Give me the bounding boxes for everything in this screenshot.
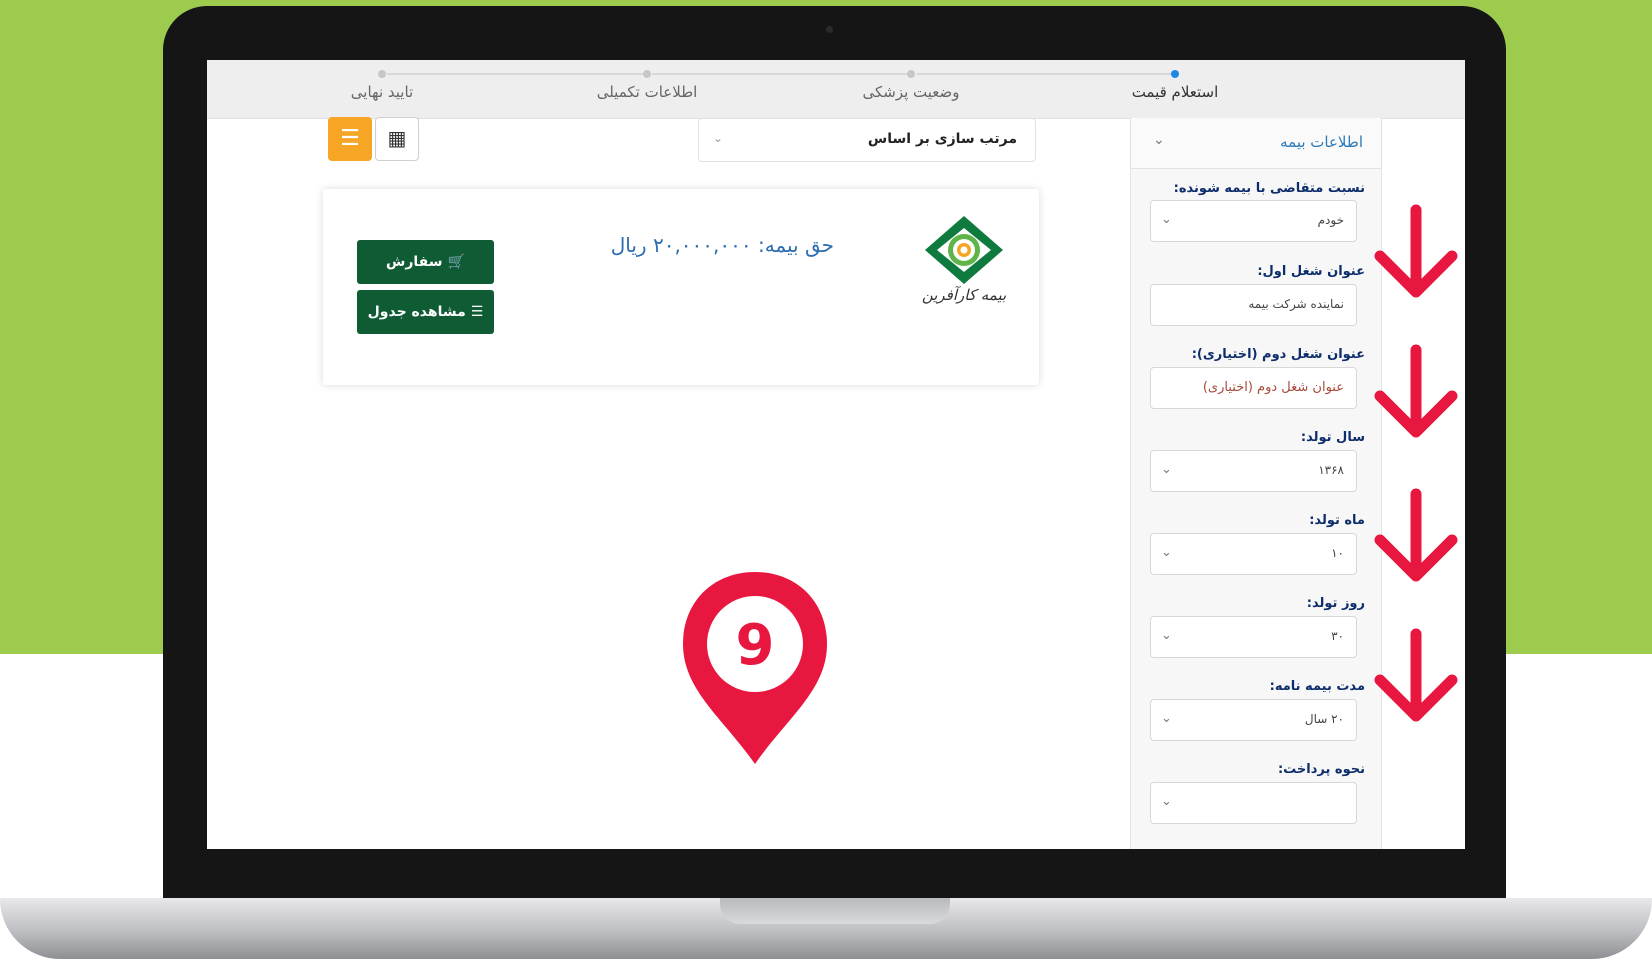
sort-select[interactable]: مرتب سازی بر اساس ⌄ <box>698 118 1036 162</box>
step-medical-status[interactable]: وضعیت پزشکی <box>811 60 1011 101</box>
field-label-second-job: عنوان شغل دوم (اختیاری): <box>1191 347 1365 362</box>
relationship-select[interactable]: خودم ⌄ <box>1150 200 1357 242</box>
field-label-birth-day: روز تولد: <box>1306 596 1365 611</box>
input-value: نماینده شرکت بیمه <box>1248 297 1344 311</box>
birth-year-select[interactable]: ۱۳۶۸ ⌄ <box>1150 450 1357 492</box>
cart-icon: 🛒 <box>447 254 465 270</box>
company-logo: بیمه کارآفرین <box>919 214 1009 324</box>
annotation-arrows <box>1374 204 1458 722</box>
step-dot <box>1171 70 1179 78</box>
step-price-inquiry[interactable]: استعلام قیمت <box>1075 60 1275 101</box>
app-screen: استعلام قیمت وضعیت پزشکی اطلاعات تکمیلی … <box>207 60 1465 849</box>
view-table-button[interactable]: ☰مشاهده جدول <box>357 290 494 334</box>
laptop-camera <box>826 26 833 33</box>
step-dot <box>643 70 651 78</box>
field-label-birth-year: سال تولد: <box>1300 430 1365 445</box>
sidebar-header[interactable]: اطلاعات بیمه ⌄ <box>1131 118 1381 169</box>
sidebar-title: اطلاعات بیمه <box>1280 133 1363 151</box>
step-dot <box>378 70 386 78</box>
first-job-input[interactable]: نماینده شرکت بیمه <box>1150 284 1357 326</box>
chevron-down-icon: ⌄ <box>1161 462 1172 477</box>
field-label-relationship: نسبت متقاضی با بیمه شونده: <box>1173 181 1365 196</box>
chevron-down-icon: ⌄ <box>1153 132 1165 148</box>
step-label: اطلاعات تکمیلی <box>596 83 698 101</box>
sort-label: مرتب سازی بر اساس <box>867 131 1017 147</box>
chevron-down-icon: ⌄ <box>1161 628 1172 643</box>
step-label: وضعیت پزشکی <box>862 83 960 101</box>
location-pin-icon: 9 <box>683 572 827 764</box>
input-placeholder: عنوان شغل دوم (اختیاری) <box>1202 380 1344 395</box>
payment-method-select[interactable]: ⌄ <box>1150 782 1357 824</box>
step-label: استعلام قیمت <box>1131 83 1219 101</box>
birth-day-select[interactable]: ۳۰ ⌄ <box>1150 616 1357 658</box>
insurance-info-sidebar: اطلاعات بیمه ⌄ نسبت متقاضی با بیمه شونده… <box>1130 118 1382 849</box>
view-table-button-label: مشاهده جدول <box>367 304 466 320</box>
second-job-input[interactable]: عنوان شغل دوم (اختیاری) <box>1150 367 1357 409</box>
chevron-down-icon: ⌄ <box>1161 711 1172 726</box>
step-label: تایید نهایی <box>350 83 414 101</box>
down-arrow-icon <box>1374 204 1458 298</box>
step-additional-info[interactable]: اطلاعات تکمیلی <box>547 60 747 101</box>
step-dot <box>907 70 915 78</box>
step-final-confirm[interactable]: تایید نهایی <box>282 60 482 101</box>
select-value: ۲۰ سال <box>1304 712 1344 726</box>
list-icon: ☰ <box>470 304 484 320</box>
company-logo-mark <box>925 216 1003 284</box>
hamburger-icon: ☰ <box>340 126 360 151</box>
list-view-button[interactable]: ☰ <box>328 117 372 161</box>
birth-month-select[interactable]: ۱۰ ⌄ <box>1150 533 1357 575</box>
insurance-result-card: بیمه کارآفرین حق بیمه: ۲۰,۰۰۰,۰۰۰ ریال 🛒… <box>323 189 1039 385</box>
down-arrow-icon <box>1374 488 1458 582</box>
field-label-payment-method: نحوه پرداخت: <box>1277 762 1365 777</box>
grid-icon: ▦ <box>387 126 407 150</box>
select-value: خودم <box>1317 213 1344 227</box>
chevron-down-icon: ⌄ <box>1161 212 1172 227</box>
field-label-birth-month: ماه تولد: <box>1309 513 1365 528</box>
order-button-label: سفارش <box>386 254 443 270</box>
down-arrow-icon <box>1374 344 1458 438</box>
field-label-first-job: عنوان شغل اول: <box>1257 264 1365 279</box>
order-button[interactable]: 🛒سفارش <box>357 240 494 284</box>
premium-amount: حق بیمه: ۲۰,۰۰۰,۰۰۰ ریال <box>610 233 834 257</box>
laptop-notch <box>720 898 950 924</box>
progress-steps: استعلام قیمت وضعیت پزشکی اطلاعات تکمیلی … <box>207 60 1465 119</box>
select-value: ۳۰ <box>1331 629 1344 643</box>
step-number: 9 <box>736 613 775 678</box>
down-arrow-icon <box>1374 628 1458 722</box>
grid-view-button[interactable]: ▦ <box>375 117 419 161</box>
policy-duration-select[interactable]: ۲۰ سال ⌄ <box>1150 699 1357 741</box>
field-label-policy-duration: مدت بیمه نامه: <box>1269 679 1365 694</box>
chevron-down-icon: ⌄ <box>1161 545 1172 560</box>
select-value: ۱۰ <box>1331 546 1344 560</box>
chevron-down-icon: ⌄ <box>713 131 724 145</box>
chevron-down-icon: ⌄ <box>1161 794 1172 809</box>
company-logo-text: بیمه کارآفرین <box>921 286 1007 304</box>
select-value: ۱۳۶۸ <box>1318 463 1344 477</box>
